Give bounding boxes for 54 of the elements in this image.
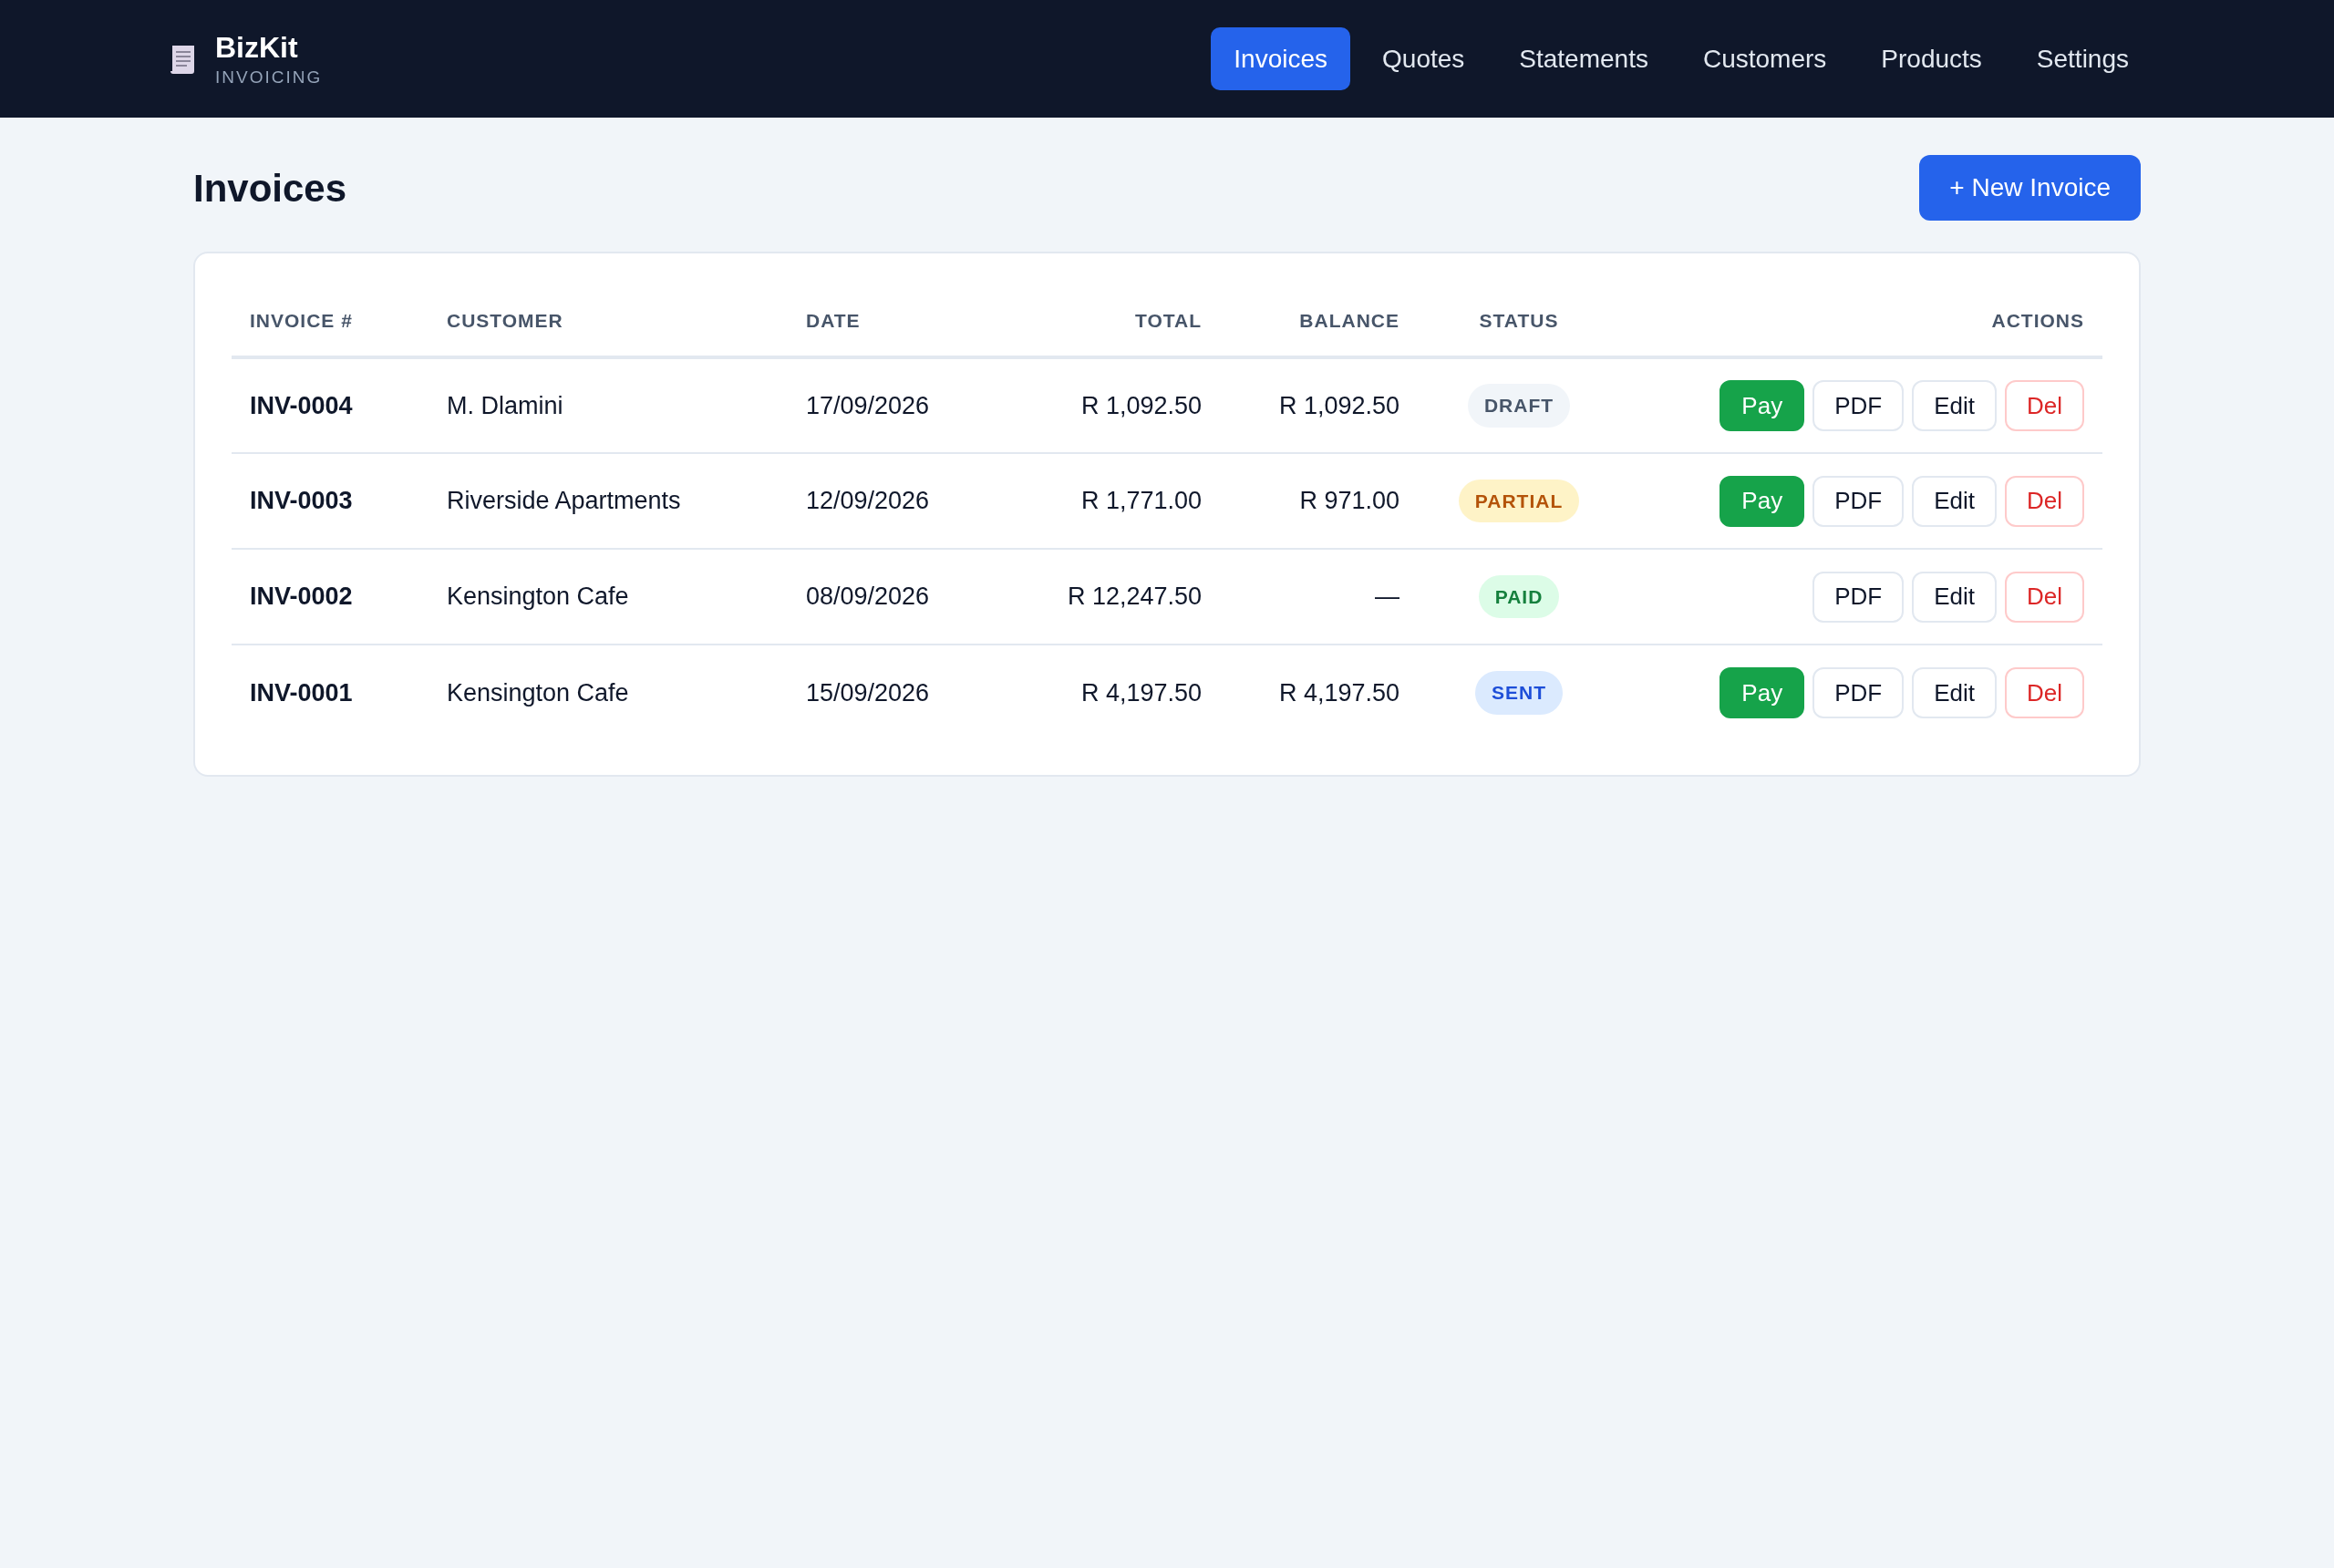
column-header: STATUS <box>1479 310 1559 332</box>
invoice-date: 12/09/2026 <box>806 487 930 515</box>
nav-tab[interactable]: Settings <box>2013 27 2152 90</box>
invoice-date: 08/09/2026 <box>806 583 930 611</box>
customer-name: Kensington Cafe <box>447 583 629 611</box>
delete-button[interactable]: Del <box>2005 571 2084 623</box>
status-badge: PARTIAL <box>1458 479 1580 523</box>
invoice-total: R 12,247.50 <box>1067 583 1202 611</box>
new-invoice-button[interactable]: + New Invoice <box>1919 155 2141 221</box>
invoice-number: INV-0002 <box>250 583 353 611</box>
status-badge: PAID <box>1478 574 1560 619</box>
nav-tab[interactable]: Quotes <box>1359 27 1488 90</box>
column-header: DATE <box>806 310 861 332</box>
brand-name: BizKit <box>215 29 299 66</box>
page-title: Invoices <box>193 165 347 211</box>
action-button[interactable]: PDF <box>1812 571 1905 623</box>
action-button[interactable]: Edit <box>1912 667 1997 718</box>
action-button[interactable]: Edit <box>1912 475 1997 527</box>
customer-name: Riverside Apartments <box>447 487 681 515</box>
invoice-balance: R 971.00 <box>1299 487 1399 515</box>
customer-name: M. Dlamini <box>447 391 563 419</box>
delete-button[interactable]: Del <box>2005 475 2084 527</box>
delete-button[interactable]: Del <box>2005 380 2084 431</box>
customer-name: Kensington Cafe <box>447 678 629 707</box>
column-header: TOTAL <box>1134 310 1202 332</box>
invoice-balance: R 1,092.50 <box>1278 391 1399 419</box>
nav-tab[interactable]: Customers <box>1679 27 1850 90</box>
nav-tab[interactable]: Invoices <box>1211 27 1351 90</box>
invoice-balance: — <box>1375 583 1399 611</box>
nav-tab[interactable]: Statements <box>1496 27 1671 90</box>
column-header: CUSTOMER <box>447 310 563 332</box>
action-button[interactable]: Edit <box>1912 380 1997 431</box>
column-header: BALANCE <box>1299 310 1399 332</box>
action-button[interactable]: PDF <box>1812 380 1905 431</box>
invoice-total: R 4,197.50 <box>1080 678 1202 707</box>
column-header: INVOICE # <box>250 310 353 332</box>
invoice-number: INV-0004 <box>250 391 353 419</box>
action-button[interactable]: PDF <box>1812 475 1905 527</box>
status-badge: SENT <box>1475 671 1563 715</box>
invoice-total: R 1,092.50 <box>1080 391 1202 419</box>
invoice-number: INV-0001 <box>250 678 353 707</box>
invoice-date: 15/09/2026 <box>806 678 930 707</box>
status-badge: DRAFT <box>1467 384 1571 428</box>
nav-tab[interactable]: Products <box>1858 27 2005 90</box>
delete-button[interactable]: Del <box>2005 667 2084 718</box>
invoice-date: 17/09/2026 <box>806 391 930 419</box>
action-button[interactable]: Edit <box>1912 571 1997 623</box>
brand-tagline: INVOICING <box>215 66 323 88</box>
invoice-balance: R 4,197.50 <box>1278 678 1399 707</box>
invoice-number: INV-0003 <box>250 487 353 515</box>
column-header: ACTIONS <box>1991 310 2084 332</box>
invoice-total: R 1,771.00 <box>1080 487 1202 515</box>
receipt-icon <box>170 43 197 75</box>
action-button[interactable]: PDF <box>1812 667 1905 718</box>
